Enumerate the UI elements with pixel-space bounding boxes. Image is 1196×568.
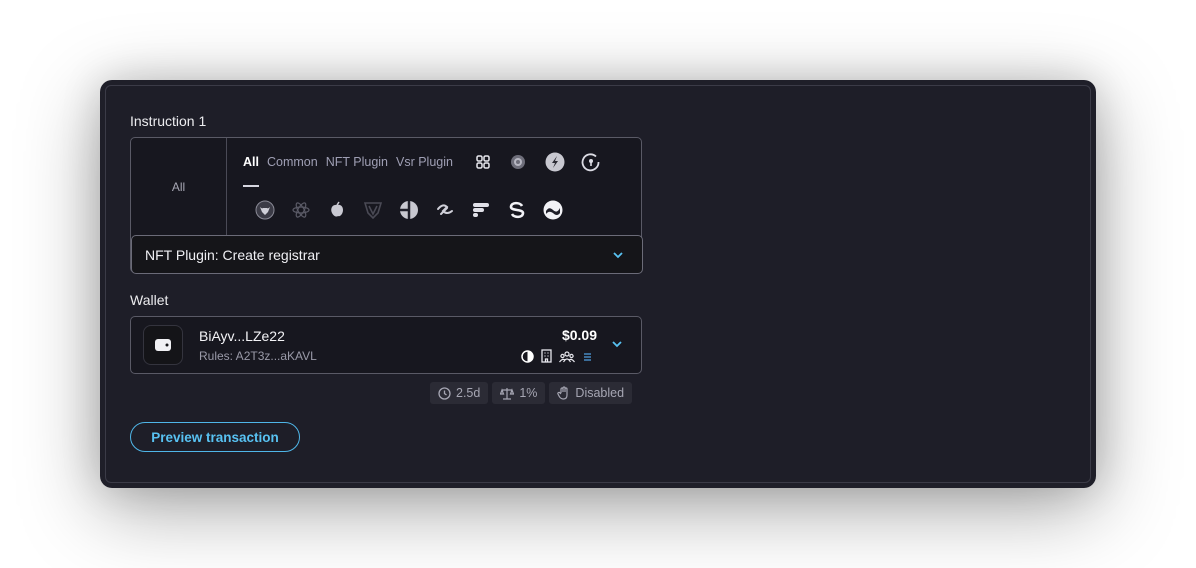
- bull-circle-icon[interactable]: [254, 199, 276, 221]
- tab-common[interactable]: Common: [267, 155, 318, 169]
- apple-drop-icon[interactable]: [326, 199, 348, 221]
- clock-icon: [438, 386, 451, 400]
- wallet-title: Wallet: [130, 292, 169, 308]
- building-icon: [540, 349, 553, 368]
- chevron-down-icon: [612, 248, 624, 264]
- quorum-chip: 1%: [492, 382, 546, 404]
- wallet-name: BiAyv...LZe22: [199, 328, 285, 344]
- chevron-down-icon: [611, 337, 623, 355]
- squiggle-icon[interactable]: [434, 199, 456, 221]
- panel-inner: Instruction 1 All All Common NFT Plugin …: [105, 85, 1091, 483]
- list-icon: [581, 350, 593, 368]
- people-icon: [559, 350, 575, 368]
- instruction-title: Instruction 1: [130, 113, 207, 129]
- wallet-icon: [143, 325, 183, 365]
- atom-icon[interactable]: [290, 199, 312, 221]
- gear-globe-icon[interactable]: [507, 151, 529, 173]
- preview-transaction-button[interactable]: Preview transaction: [130, 422, 300, 452]
- wave-circle-icon[interactable]: [542, 199, 564, 221]
- governance-chips: 2.5d 1% Disabled: [430, 382, 633, 404]
- instruction-panel: Instruction 1 All All Common NFT Plugin …: [100, 80, 1096, 488]
- split-circle-icon[interactable]: [398, 199, 420, 221]
- lock-circle-icon[interactable]: [580, 151, 602, 173]
- instruction-picker: All All Common NFT Plugin Vsr Plugin NFT…: [130, 137, 643, 274]
- instruction-select[interactable]: NFT Plugin: Create registrar: [131, 235, 643, 274]
- scale-icon: [500, 387, 515, 400]
- quorum-value: 1%: [519, 386, 538, 400]
- tab-vsr-plugin[interactable]: Vsr Plugin: [396, 155, 453, 169]
- bars-icon[interactable]: [470, 199, 492, 221]
- voting-time-chip: 2.5d: [430, 382, 489, 404]
- half-circle-icon: [521, 349, 534, 368]
- tab-nft-plugin[interactable]: NFT Plugin: [326, 155, 388, 169]
- veto-value: Disabled: [575, 386, 625, 400]
- instruction-select-value: NFT Plugin: Create registrar: [145, 246, 320, 263]
- bolt-circle-icon[interactable]: [544, 151, 566, 173]
- wallet-badges: [521, 349, 593, 368]
- veto-chip: Disabled: [549, 382, 633, 404]
- program-tabs: All Common NFT Plugin Vsr Plugin: [243, 155, 453, 169]
- picker-all-button[interactable]: All: [131, 138, 227, 235]
- voting-time-value: 2.5d: [456, 386, 481, 400]
- wallet-rules: Rules: A2T3z...aKAVL: [199, 349, 317, 363]
- swirl-icon[interactable]: [506, 199, 528, 221]
- grid-knot-icon[interactable]: [472, 151, 494, 173]
- active-tab-indicator: [243, 185, 259, 187]
- hand-icon: [557, 386, 569, 400]
- tab-all[interactable]: All: [243, 155, 259, 169]
- shield-icon[interactable]: [362, 199, 384, 221]
- wallet-balance: $0.09: [561, 327, 597, 343]
- wallet-select[interactable]: BiAyv...LZe22 Rules: A2T3z...aKAVL $0.09: [130, 316, 642, 374]
